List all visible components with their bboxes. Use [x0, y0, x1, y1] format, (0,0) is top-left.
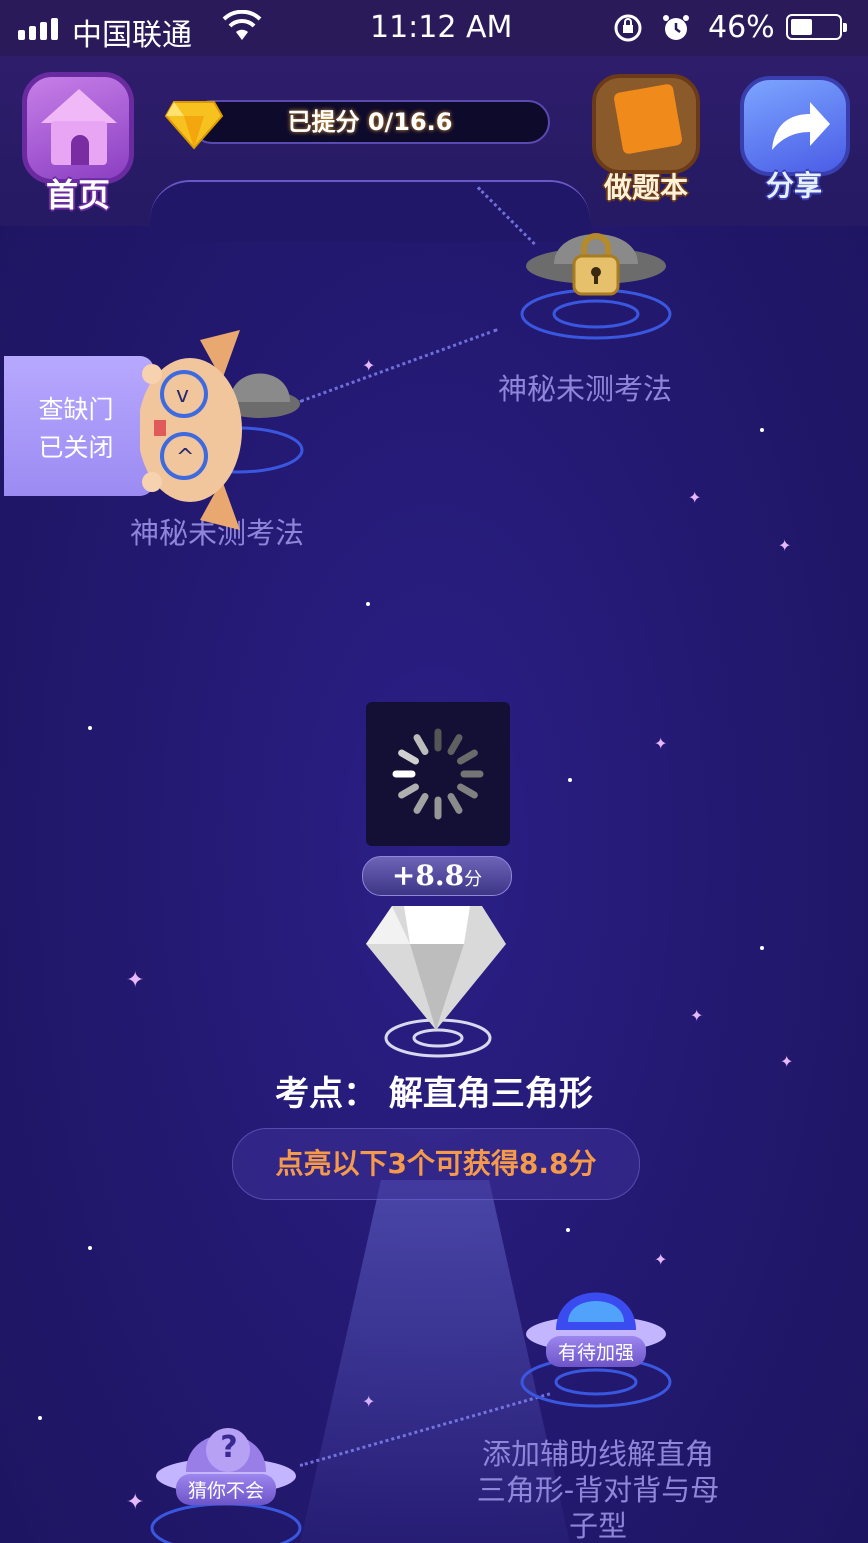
home-label[interactable]: 首页	[30, 170, 126, 216]
star	[366, 602, 370, 606]
book-icon	[613, 83, 683, 155]
points-unit: 分	[464, 869, 483, 890]
points-value: +8.8	[391, 859, 465, 892]
home-button[interactable]	[22, 72, 134, 184]
gap-check-line2: 已关闭	[38, 433, 114, 462]
signal-icon	[18, 18, 58, 40]
sparkle: ✦	[126, 1490, 145, 1515]
star	[760, 428, 764, 432]
sparkle: ✦	[126, 968, 145, 993]
diamond-icon	[164, 98, 224, 154]
battery-percent: 46%	[708, 10, 775, 45]
sparkle: ✦	[778, 536, 792, 555]
loading-spinner	[366, 702, 510, 846]
star	[88, 726, 92, 730]
main-diamond-node[interactable]	[364, 900, 508, 1064]
skill-node-right-label-line2: 三角形-背对背与母	[476, 1473, 720, 1507]
question-mark-icon: ?	[220, 1430, 238, 1465]
skill-node-right-label-line1: 添加辅助线解直角	[481, 1437, 714, 1471]
alarm-icon	[660, 12, 692, 52]
app-screen: 中国联通 11:12 AM 46% 首页 已提分 0/16.6 做题本 分享 ✦…	[0, 0, 868, 1543]
guess-status-badge: 猜你不会	[176, 1474, 277, 1505]
skill-node-right-label: 添加辅助线解直角 三角形-背对背与母 子型	[460, 1436, 736, 1543]
sparkle: ✦	[654, 734, 668, 753]
share-arrow-icon	[772, 102, 830, 150]
sparkle: ✦	[654, 1250, 668, 1269]
star	[566, 1228, 570, 1232]
notebook-button[interactable]	[592, 74, 700, 174]
sparkle: ✦	[688, 488, 702, 507]
star	[760, 946, 764, 950]
svg-text:^: ^	[176, 445, 194, 470]
share-label[interactable]: 分享	[744, 164, 844, 204]
skill-node-right-label-line3: 子型	[568, 1509, 627, 1543]
star	[88, 1246, 92, 1250]
carrier-name: 中国联通	[72, 18, 192, 53]
wifi-icon	[222, 9, 262, 50]
score-text: 已提分 0/16.6	[287, 108, 453, 136]
gap-check-line1: 查缺门	[38, 395, 114, 424]
unlock-hint: 点亮以下3个可获得8.8分	[232, 1128, 640, 1200]
status-bar: 中国联通 11:12 AM 46%	[0, 0, 868, 56]
star	[38, 1416, 42, 1420]
svg-text:v: v	[176, 383, 189, 408]
sparkle: ✦	[690, 1006, 704, 1025]
battery-fill	[791, 19, 812, 35]
fox-mascot[interactable]: v ^	[138, 330, 250, 534]
clock-time: 11:12 AM	[370, 10, 513, 45]
path-connector	[299, 328, 498, 403]
unlock-hint-text: 点亮以下3个可获得8.8分	[275, 1147, 597, 1180]
notebook-label[interactable]: 做题本	[596, 166, 696, 206]
orientation-lock-icon	[612, 12, 644, 52]
share-button[interactable]	[740, 76, 850, 176]
locked-node-top-label: 神秘未测考法	[498, 372, 673, 406]
star	[568, 778, 572, 782]
spinner-icon	[392, 728, 484, 820]
gap-check-tab[interactable]: 查缺门 已关闭	[4, 356, 154, 496]
score-progress-bar: 已提分 0/16.6	[190, 100, 550, 144]
knowledge-point-title: 考点： 解直角三角形	[275, 1074, 593, 1114]
locked-node-top[interactable]	[520, 210, 680, 344]
points-pill: +8.8分	[362, 856, 512, 896]
battery-icon	[786, 14, 847, 40]
weak-status-badge: 有待加强	[546, 1336, 647, 1367]
